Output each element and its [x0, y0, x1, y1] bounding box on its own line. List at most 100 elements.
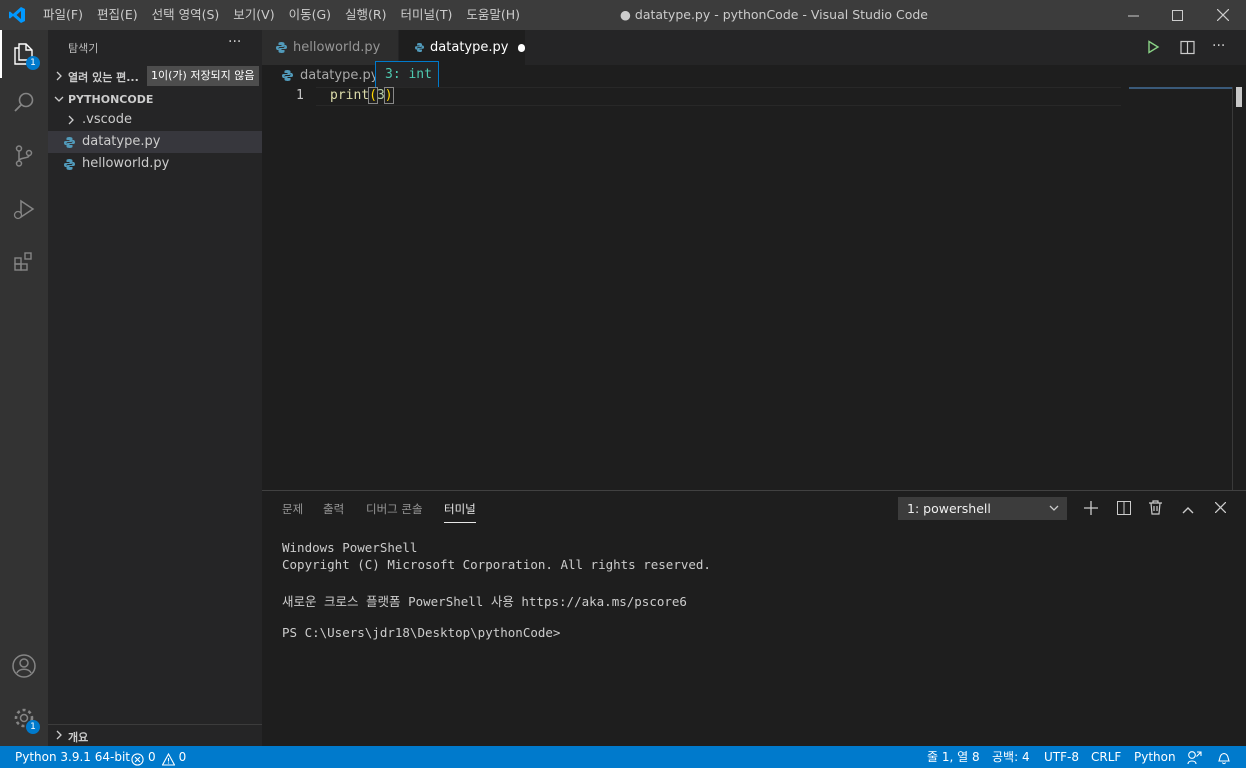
python-file-icon — [282, 70, 293, 81]
indentation[interactable]: 공백: 4 — [992, 746, 1030, 768]
menu-view[interactable]: 보기(V) — [226, 0, 281, 30]
code-paren-open: ( — [368, 87, 378, 104]
code-function: print — [330, 88, 370, 103]
run-debug-icon — [13, 199, 35, 220]
split-editor-button[interactable] — [1180, 40, 1195, 59]
status-bar: Python 3.9.1 64-bit 0 0 줄 1, 열 8 공백: 4 U… — [0, 746, 1246, 768]
tree-item-vscode[interactable]: .vscode — [48, 109, 262, 131]
terminal-line: Windows PowerShell — [282, 540, 418, 555]
trash-icon — [1149, 500, 1162, 515]
search-button[interactable] — [0, 78, 48, 126]
outline-section[interactable]: 개요 — [48, 724, 262, 746]
code-number: 3 — [376, 88, 385, 103]
close-window-button[interactable] — [1200, 0, 1246, 30]
run-debug-button[interactable] — [0, 186, 48, 234]
source-control-button[interactable] — [0, 132, 48, 180]
sidebar-title: 탐색기 — [68, 42, 99, 55]
menu-file[interactable]: 파일(F) — [36, 0, 90, 30]
notifications-button[interactable] — [1217, 750, 1231, 768]
tab-debug-console[interactable]: 디버그 콘솔 — [366, 501, 423, 517]
title-bar: 파일(F) 편집(E) 선택 영역(S) 보기(V) 이동(G) 실행(R) 터… — [0, 0, 1246, 30]
unsaved-dot-icon[interactable] — [518, 43, 525, 52]
unsaved-badge: 1이(가) 저장되지 않음 — [147, 66, 259, 86]
tree-item-helloworld[interactable]: helloworld.py — [48, 153, 262, 175]
python-file-icon — [64, 159, 75, 170]
manage-button[interactable]: 1 — [0, 694, 48, 742]
vscode-logo-icon — [9, 7, 25, 23]
menu-edit[interactable]: 편집(E) — [90, 0, 145, 30]
chevron-right-icon — [56, 71, 62, 81]
split-terminal-icon — [1117, 501, 1131, 515]
warning-count: 0 — [178, 750, 187, 764]
feedback-icon — [1187, 751, 1202, 765]
menu-help[interactable]: 도움말(H) — [459, 0, 527, 30]
tab-problems[interactable]: 문제 — [282, 501, 303, 517]
end-of-line[interactable]: CRLF — [1091, 746, 1121, 768]
chevron-up-icon — [1182, 507, 1194, 514]
python-file-icon — [415, 42, 425, 53]
sidebar-more-button[interactable]: ··· — [228, 34, 241, 50]
close-icon — [1214, 501, 1227, 514]
terminal-prompt[interactable]: PS C:\Users\jdr18\Desktop\pythonCode> — [282, 625, 560, 640]
code-editor[interactable]: 1 print(3) — [262, 87, 1246, 490]
split-terminal-button[interactable] — [1117, 501, 1131, 519]
explorer-badge: 1 — [26, 56, 40, 70]
minimize-button[interactable] — [1110, 0, 1156, 30]
new-terminal-button[interactable] — [1084, 501, 1098, 519]
folder-name: PYTHONCODE — [68, 93, 154, 106]
tree-item-label: datatype.py — [82, 134, 161, 149]
editor-tabs: helloworld.py datatype.py ··· — [262, 30, 1246, 65]
scrollbar-track — [1232, 87, 1233, 490]
code-line[interactable]: print(3) — [330, 87, 394, 104]
chevron-down-icon — [1049, 505, 1059, 511]
account-icon — [12, 654, 36, 678]
menu-run[interactable]: 실행(R) — [338, 0, 393, 30]
feedback-button[interactable] — [1187, 750, 1202, 768]
explorer-button[interactable]: 1 — [0, 30, 48, 78]
close-icon — [1217, 9, 1229, 21]
encoding[interactable]: UTF-8 — [1044, 746, 1079, 768]
accounts-button[interactable] — [0, 642, 48, 690]
language-mode[interactable]: Python — [1134, 746, 1176, 768]
python-file-icon — [276, 42, 287, 53]
terminal-select-value: 1: powershell — [907, 501, 991, 516]
code-paren-close: ) — [383, 87, 394, 104]
menu-go[interactable]: 이동(G) — [282, 0, 338, 30]
tab-output[interactable]: 출력 — [323, 501, 344, 517]
terminal-line: 새로운 크로스 플랫폼 PowerShell 사용 https://aka.ms… — [282, 594, 687, 609]
cursor-position[interactable]: 줄 1, 열 8 — [927, 746, 980, 768]
maximize-panel-button[interactable] — [1182, 503, 1194, 518]
menu-bar: 파일(F) 편집(E) 선택 영역(S) 보기(V) 이동(G) 실행(R) 터… — [36, 0, 527, 30]
chevron-right-icon — [56, 730, 62, 740]
menu-terminal[interactable]: 터미널(T) — [394, 0, 460, 30]
problems-status[interactable]: 0 0 — [131, 746, 186, 768]
menu-selection[interactable]: 선택 영역(S) — [145, 0, 227, 30]
close-panel-button[interactable] — [1214, 501, 1227, 517]
kill-terminal-button[interactable] — [1149, 500, 1162, 519]
hover-tooltip: 3: int — [375, 61, 439, 88]
tab-terminal[interactable]: 터미널 — [444, 501, 476, 523]
bottom-panel: 문제 출력 디버그 콘솔 터미널 1: powershell Windows P… — [262, 490, 1246, 746]
maximize-button[interactable] — [1154, 0, 1200, 30]
folder-section[interactable]: PYTHONCODE — [48, 88, 262, 110]
error-icon — [131, 752, 144, 766]
python-interpreter[interactable]: Python 3.9.1 64-bit — [15, 746, 130, 768]
run-file-button[interactable] — [1146, 40, 1160, 58]
terminal-line: Copyright (C) Microsoft Corporation. All… — [282, 557, 711, 572]
tree-item-datatype[interactable]: datatype.py — [48, 131, 262, 153]
tab-label: datatype.py — [430, 40, 509, 55]
open-editors-section[interactable]: 열려 있는 편... 1이(가) 저장되지 않음 — [48, 65, 262, 87]
minimap[interactable] — [1129, 87, 1232, 89]
extensions-button[interactable] — [0, 238, 48, 286]
editor-more-button[interactable]: ··· — [1212, 38, 1225, 54]
scrollbar-thumb[interactable] — [1236, 87, 1242, 107]
tree-item-label: .vscode — [82, 112, 132, 127]
tab-helloworld[interactable]: helloworld.py — [262, 30, 398, 65]
outline-label: 개요 — [68, 731, 89, 744]
bell-icon — [1218, 752, 1230, 765]
tab-datatype[interactable]: datatype.py — [399, 30, 525, 65]
search-icon — [14, 92, 34, 112]
terminal-select[interactable]: 1: powershell — [898, 497, 1067, 520]
breadcrumb-file[interactable]: datatype.py — [300, 68, 378, 83]
chevron-down-icon — [54, 96, 64, 102]
